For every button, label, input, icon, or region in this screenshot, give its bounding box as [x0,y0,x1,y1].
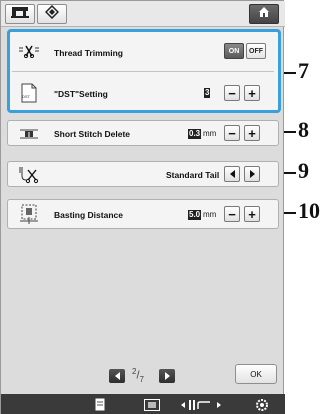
callout-line-8 [284,131,296,133]
standard-tail-value: Standard Tail [166,170,220,180]
tail-previous-button[interactable] [224,166,240,182]
home-button[interactable] [249,4,279,24]
top-toolbar [1,1,285,27]
sewing-mode-button[interactable] [5,4,35,24]
basting-plus-button[interactable]: + [244,206,260,222]
thread-settings-panel: Thread Trimming ON OFF DST "DST"Setting … [7,30,279,112]
short-stitch-label: Short Stitch Delete [54,129,131,139]
basting-minus-button[interactable]: − [224,206,240,222]
ok-button[interactable]: OK [235,364,277,384]
callout-7: 7 [298,58,309,83]
right-arrow-icon [164,372,170,380]
short-stitch-icon [18,124,40,144]
thread-trimming-on-button[interactable]: ON [224,43,244,59]
dst-icon-text: DST [22,94,30,99]
tail-next-button[interactable] [244,166,260,182]
basting-distance-label: Basting Distance [54,210,123,220]
basting-distance-unit: mm [203,210,217,219]
short-stitch-unit: mm [203,129,217,138]
callout-line-7 [284,72,296,74]
short-stitch-panel: Short Stitch Delete 0.3 mm − + [7,120,279,146]
callout-line-9 [284,172,296,174]
callout-line-10 [284,212,296,214]
next-page-button[interactable] [159,369,175,383]
callout-8: 8 [298,117,309,142]
short-stitch-plus-button[interactable]: + [244,125,260,141]
row-divider [12,71,274,72]
thread-tail-panel: Standard Tail [7,161,279,187]
basting-distance-value: 5.0 [188,210,202,220]
thread-trimming-off-button[interactable]: OFF [246,43,266,59]
dst-minus-button[interactable]: − [224,85,240,101]
settings-gear-icon[interactable] [254,397,270,412]
right-arrow-icon [249,170,255,178]
short-stitch-minus-button[interactable]: − [224,125,240,141]
embroidery-mode-button[interactable] [37,4,67,24]
embroidery-view-icon[interactable] [143,397,161,412]
dst-setting-value: 3 [204,88,211,98]
bottom-status-bar [1,394,285,414]
basting-distance-panel: Basting Distance 5.0 mm − + [7,199,279,229]
embroidery-frame-icon [44,4,60,24]
thread-trimming-label: Thread Trimming [54,48,123,58]
settings-screen: Thread Trimming ON OFF DST "DST"Setting … [0,0,285,414]
dst-setting-label: "DST"Setting [54,89,108,99]
sewing-machine-icon [11,5,29,23]
needle-presser-icon[interactable] [179,397,223,412]
thread-trim-icon [18,41,40,61]
callout-10: 10 [298,198,320,223]
page-indicator: 2/7 [132,367,144,384]
document-icon[interactable] [93,397,107,412]
thread-tail-scissors-icon [18,165,40,185]
previous-page-button[interactable] [109,369,125,383]
left-arrow-icon [114,372,120,380]
page-total: 7 [139,374,144,384]
short-stitch-value: 0.3 [188,129,202,139]
basting-icon [18,204,40,224]
dst-file-icon: DST [18,83,40,103]
left-arrow-icon [229,170,235,178]
page-current: 2 [132,367,137,376]
callout-9: 9 [298,158,309,183]
dst-plus-button[interactable]: + [244,85,260,101]
home-icon [258,5,270,23]
